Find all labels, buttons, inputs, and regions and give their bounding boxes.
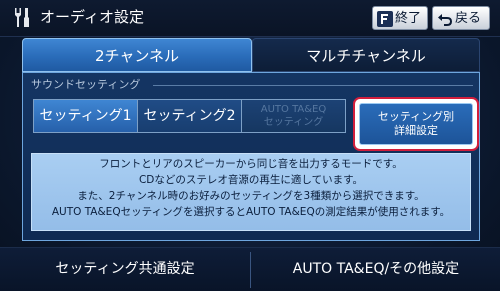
- description-line: AUTO TA&EQセッティングを選択するとAUTO TA&EQの測定結果が使用…: [51, 206, 451, 218]
- bottom-divider: [250, 252, 251, 288]
- back-button[interactable]: 戻る: [432, 6, 490, 30]
- exit-icon: [377, 11, 393, 27]
- detail-settings-line2: 詳細設定: [394, 124, 438, 137]
- description-line: また、2チャンネル時のお好みのセッティングを3種類から選択できます。: [77, 190, 425, 202]
- auto-taeq-other-settings-button[interactable]: AUTO TA&EQ/その他設定: [252, 248, 500, 290]
- bottom-bar: セッティング共通設定 AUTO TA&EQ/その他設定: [0, 247, 500, 291]
- settings-panel: サウンドセッティング セッティング1 セッティング2 AUTO TA&EQ セッ…: [22, 72, 480, 241]
- exit-button[interactable]: 終了: [372, 6, 428, 30]
- tab-2channel[interactable]: 2チャンネル: [22, 38, 252, 72]
- setting2-button[interactable]: セッティング2: [138, 100, 242, 132]
- section-label: サウンドセッティング: [31, 78, 141, 91]
- tab-multichannel[interactable]: マルチチャンネル: [252, 38, 480, 72]
- auto-taeq-label-line2: セッティング: [263, 117, 324, 128]
- section-divider: [153, 85, 473, 86]
- page-title: オーディオ設定: [40, 8, 144, 26]
- auto-taeq-setting-button: AUTO TA&EQ セッティング: [242, 100, 345, 132]
- detail-settings-line1: セッティング別: [377, 110, 455, 123]
- audio-settings-screen: オーディオ設定 終了 戻る 2チャンネル マルチチャンネル サウンドセッティング…: [0, 0, 500, 291]
- description-line: フロントとリアのスピーカーから同じ音を出力するモードです。: [99, 158, 403, 170]
- tools-icon: [15, 8, 29, 27]
- back-arrow-icon: [438, 14, 452, 26]
- sound-setting-selector: セッティング1 セッティング2 AUTO TA&EQ セッティング: [33, 99, 346, 133]
- description-box: フロントとリアのスピーカーから同じ音を出力するモードです。 CDなどのステレオ音…: [31, 153, 471, 231]
- exit-label: 終了: [395, 11, 422, 26]
- detail-settings-highlight: セッティング別 詳細設定: [353, 97, 479, 151]
- auto-taeq-label-line1: AUTO TA&EQ: [260, 104, 327, 115]
- common-settings-button[interactable]: セッティング共通設定: [0, 248, 250, 290]
- detail-settings-button[interactable]: セッティング別 詳細設定: [359, 103, 473, 145]
- back-label: 戻る: [455, 11, 482, 26]
- header-bar: オーディオ設定 終了 戻る: [0, 0, 500, 37]
- description-line: CDなどのステレオ音源の再生に適しています。: [138, 174, 364, 186]
- setting1-button[interactable]: セッティング1: [34, 100, 138, 132]
